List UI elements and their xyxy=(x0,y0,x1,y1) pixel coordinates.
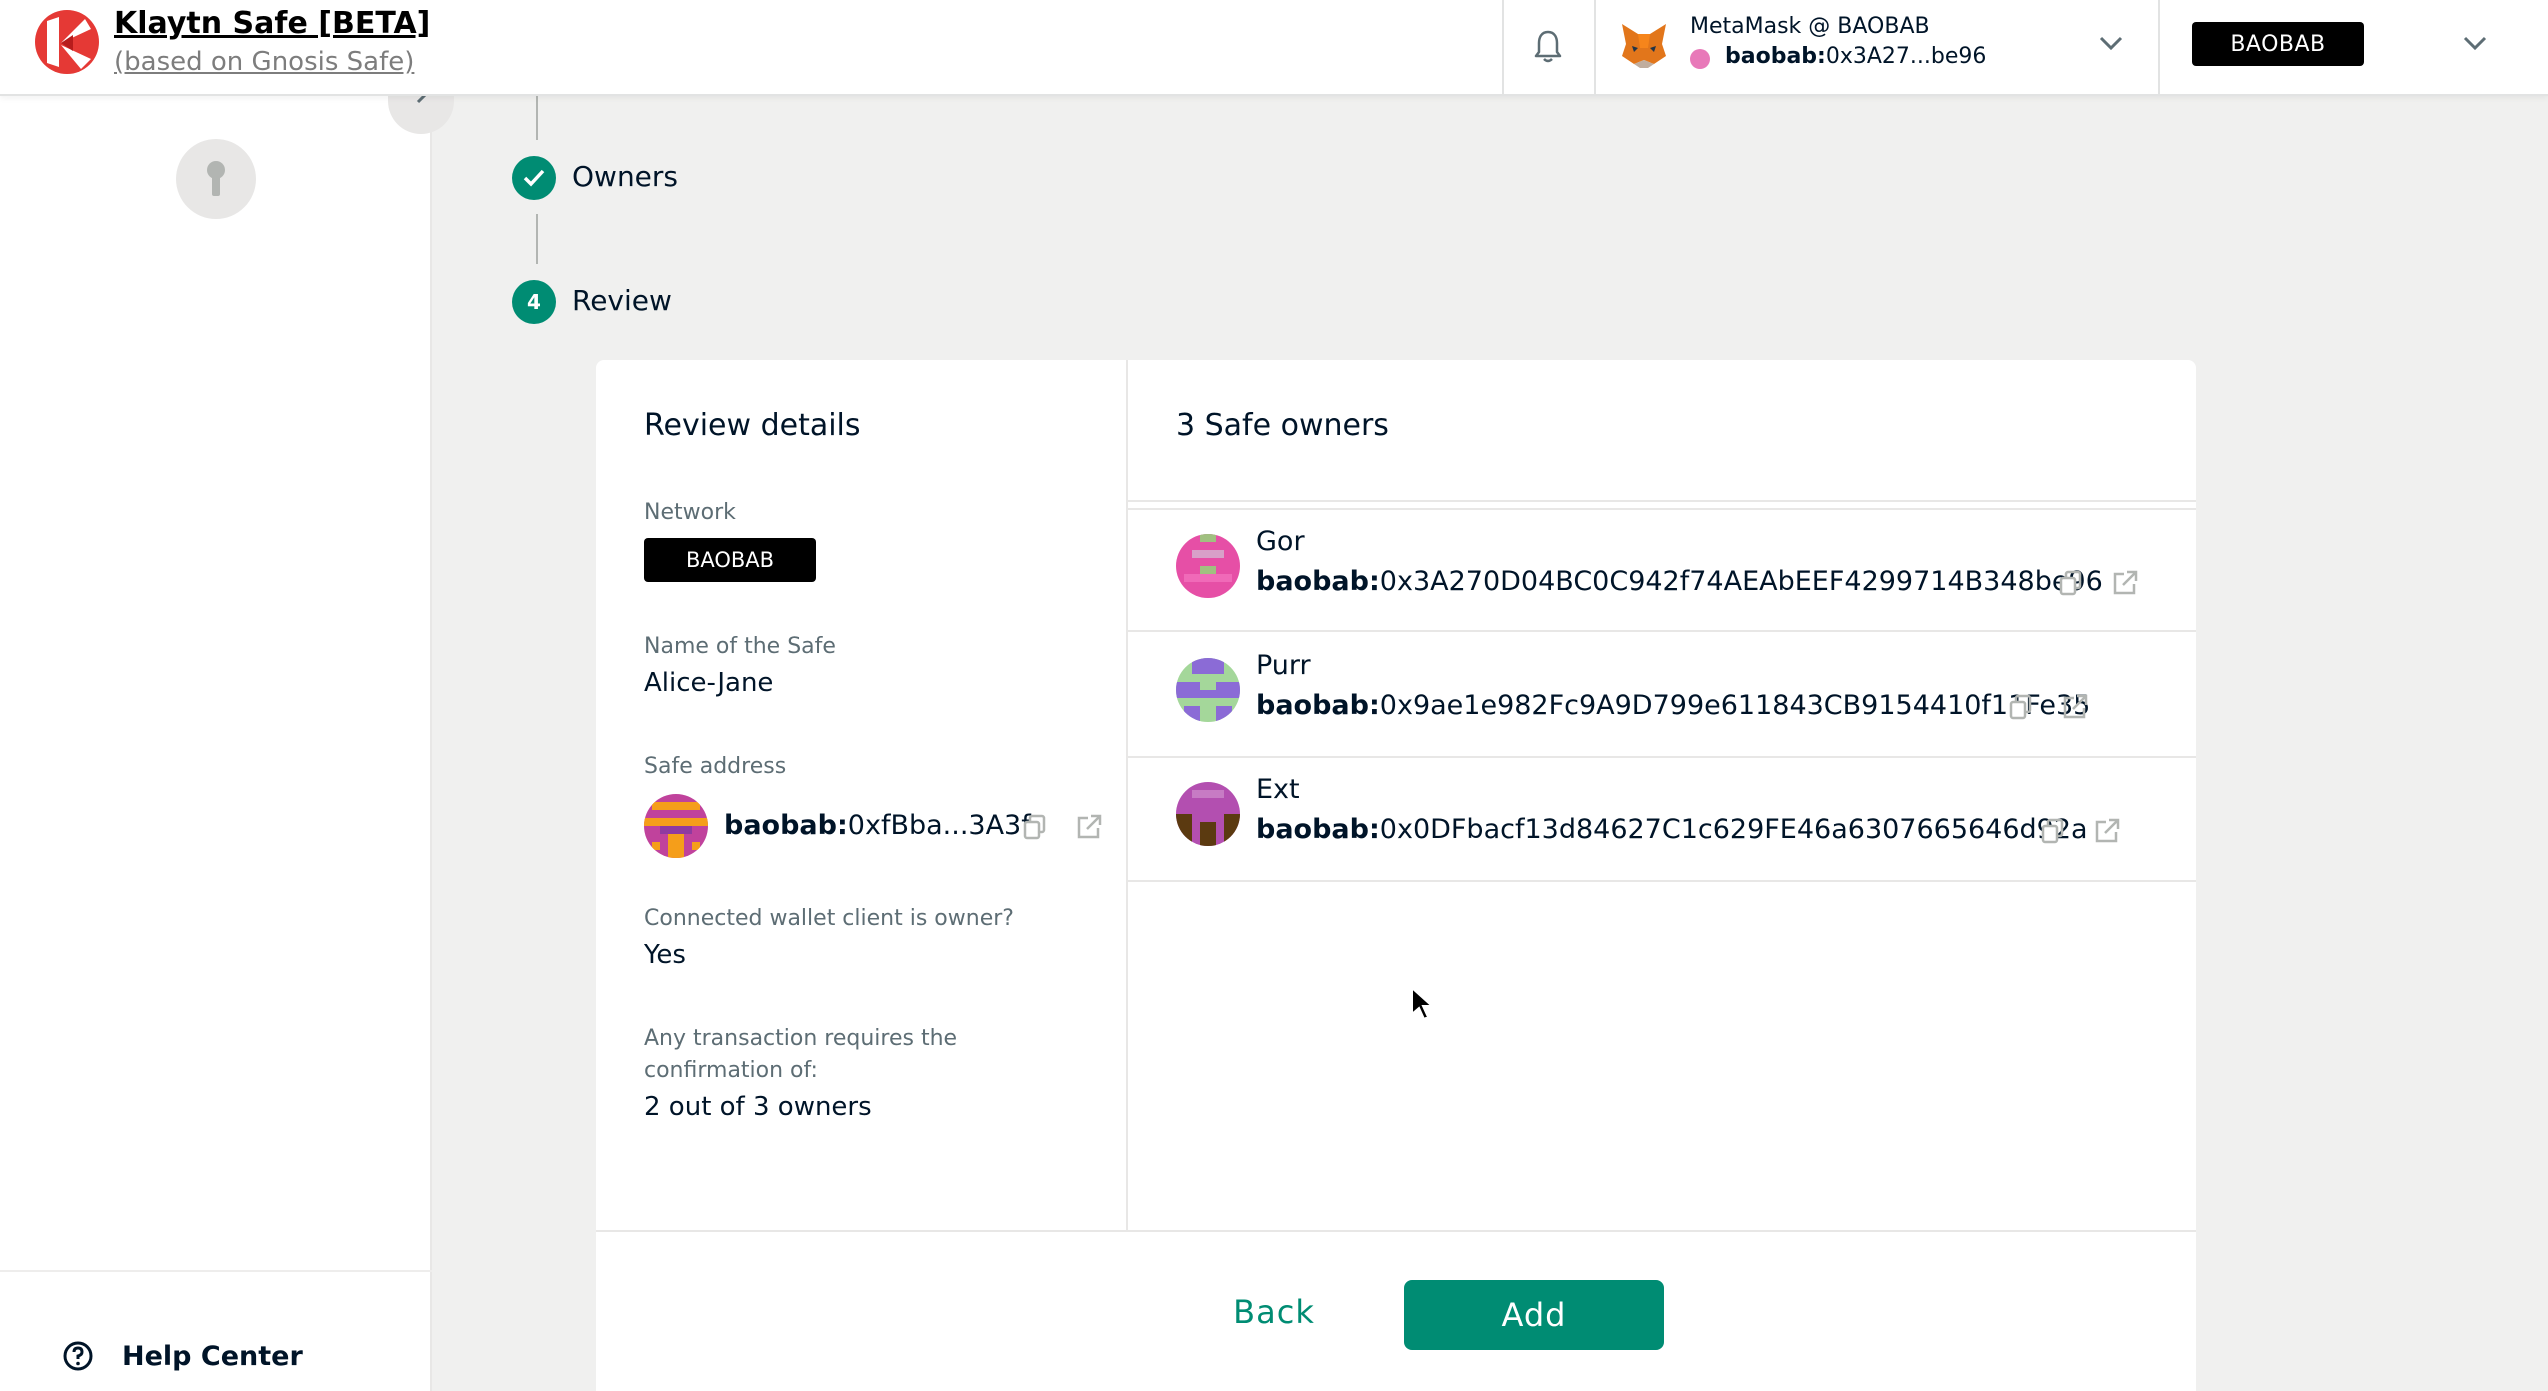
header-divider xyxy=(2158,0,2160,96)
wallet-identicon xyxy=(1690,49,1710,69)
external-link-icon[interactable] xyxy=(2060,692,2090,722)
app-subtitle-link[interactable]: (based on Gnosis Safe) xyxy=(114,47,414,77)
owner-name: Gor xyxy=(1256,526,1305,557)
add-button[interactable]: Add xyxy=(1404,1280,1664,1350)
mouse-cursor-icon xyxy=(1411,986,1434,1021)
safe-address-label: Safe address xyxy=(644,754,787,779)
owner-address: baobab:0x9ae1e982Fc9A9D799e611843CB91544… xyxy=(1256,690,2091,721)
header-divider xyxy=(1594,0,1596,96)
owner-name: Ext xyxy=(1256,774,1300,805)
safe-identicon xyxy=(644,794,708,858)
bell-icon[interactable] xyxy=(1528,26,1568,66)
safe-address: baobab:0xfBba...3A3f xyxy=(724,810,1031,841)
klaytn-logo[interactable] xyxy=(33,9,101,75)
check-icon xyxy=(523,169,545,187)
metamask-fox-icon xyxy=(1622,24,1666,68)
help-center-label: Help Center xyxy=(122,1340,303,1372)
threshold-label-cont: confirmation of: xyxy=(644,1058,818,1083)
step-owners-check xyxy=(512,156,556,200)
wallet-provider: MetaMask @ BAOBAB xyxy=(1690,14,1930,39)
step-owners-label: Owners xyxy=(572,160,679,193)
owner-identicon xyxy=(1176,534,1240,598)
copy-icon[interactable] xyxy=(2038,816,2068,846)
threshold-value: 2 out of 3 owners xyxy=(644,1092,872,1122)
help-icon xyxy=(63,1341,93,1371)
safe-name-value: Alice-Jane xyxy=(644,668,774,698)
review-details-title: Review details xyxy=(644,408,861,443)
owners-divider xyxy=(1128,500,2196,502)
owner-row: Purr baobab:0x9ae1e982Fc9A9D799e611843CB… xyxy=(1128,634,2196,758)
key-icon xyxy=(207,161,225,196)
copy-icon[interactable] xyxy=(1020,812,1050,842)
external-link-icon[interactable] xyxy=(1074,812,1104,842)
stepper-connector xyxy=(536,96,538,140)
wallet-address: baobab:0x3A27...be96 xyxy=(1725,44,1987,69)
card-footer-divider xyxy=(596,1230,2196,1232)
owner-identicon xyxy=(1176,658,1240,722)
owner-row: Ext baobab:0x0DFbacf13d84627C1c629FE46a6… xyxy=(1128,758,2196,882)
top-header: Klaytn Safe [BETA] (based on Gnosis Safe… xyxy=(0,0,2548,96)
review-card: Review details Network BAOBAB Name of th… xyxy=(596,360,2196,1391)
owner-address: baobab:0x3A270D04BC0C942f74AEAbEEF429971… xyxy=(1256,566,2103,597)
copy-icon[interactable] xyxy=(2056,568,2086,598)
external-link-icon[interactable] xyxy=(2092,816,2122,846)
owners-title: 3 Safe owners xyxy=(1176,408,1389,443)
safe-owners-panel: 3 Safe owners Gor baobab:0x3A270D04BC0C9… xyxy=(1128,360,2196,1230)
chevron-down-icon[interactable] xyxy=(2096,28,2126,58)
owner-identicon xyxy=(1176,782,1240,846)
external-link-icon[interactable] xyxy=(2110,568,2140,598)
owner-row: Gor baobab:0x3A270D04BC0C942f74AEAbEEF42… xyxy=(1128,508,2196,632)
owner-address: baobab:0x0DFbacf13d84627C1c629FE46a63076… xyxy=(1256,814,2088,845)
step-review-label: Review xyxy=(572,284,672,317)
stepper-connector xyxy=(536,214,538,264)
header-divider xyxy=(1502,0,1504,96)
owner-name: Purr xyxy=(1256,650,1311,681)
network-selector[interactable]: BAOBAB xyxy=(2192,22,2364,66)
help-center-link[interactable]: Help Center xyxy=(62,1340,303,1372)
safe-name-label: Name of the Safe xyxy=(644,634,836,659)
network-badge: BAOBAB xyxy=(644,538,816,582)
back-button[interactable]: Back xyxy=(1194,1278,1354,1346)
sidebar-divider xyxy=(0,1270,432,1272)
sidebar: Help Center xyxy=(0,96,432,1391)
owner-question-value: Yes xyxy=(644,940,686,970)
owner-question-label: Connected wallet client is owner? xyxy=(644,906,1014,931)
network-label: Network xyxy=(644,500,736,525)
review-details-panel: Review details Network BAOBAB Name of th… xyxy=(596,360,1128,1230)
copy-icon[interactable] xyxy=(2006,692,2036,722)
chevron-down-icon[interactable] xyxy=(2460,28,2490,58)
safe-placeholder-avatar xyxy=(176,139,256,219)
threshold-label: Any transaction requires the xyxy=(644,1026,958,1051)
step-review-number: 4 xyxy=(512,280,556,324)
app-title-link[interactable]: Klaytn Safe [BETA] xyxy=(114,6,430,41)
